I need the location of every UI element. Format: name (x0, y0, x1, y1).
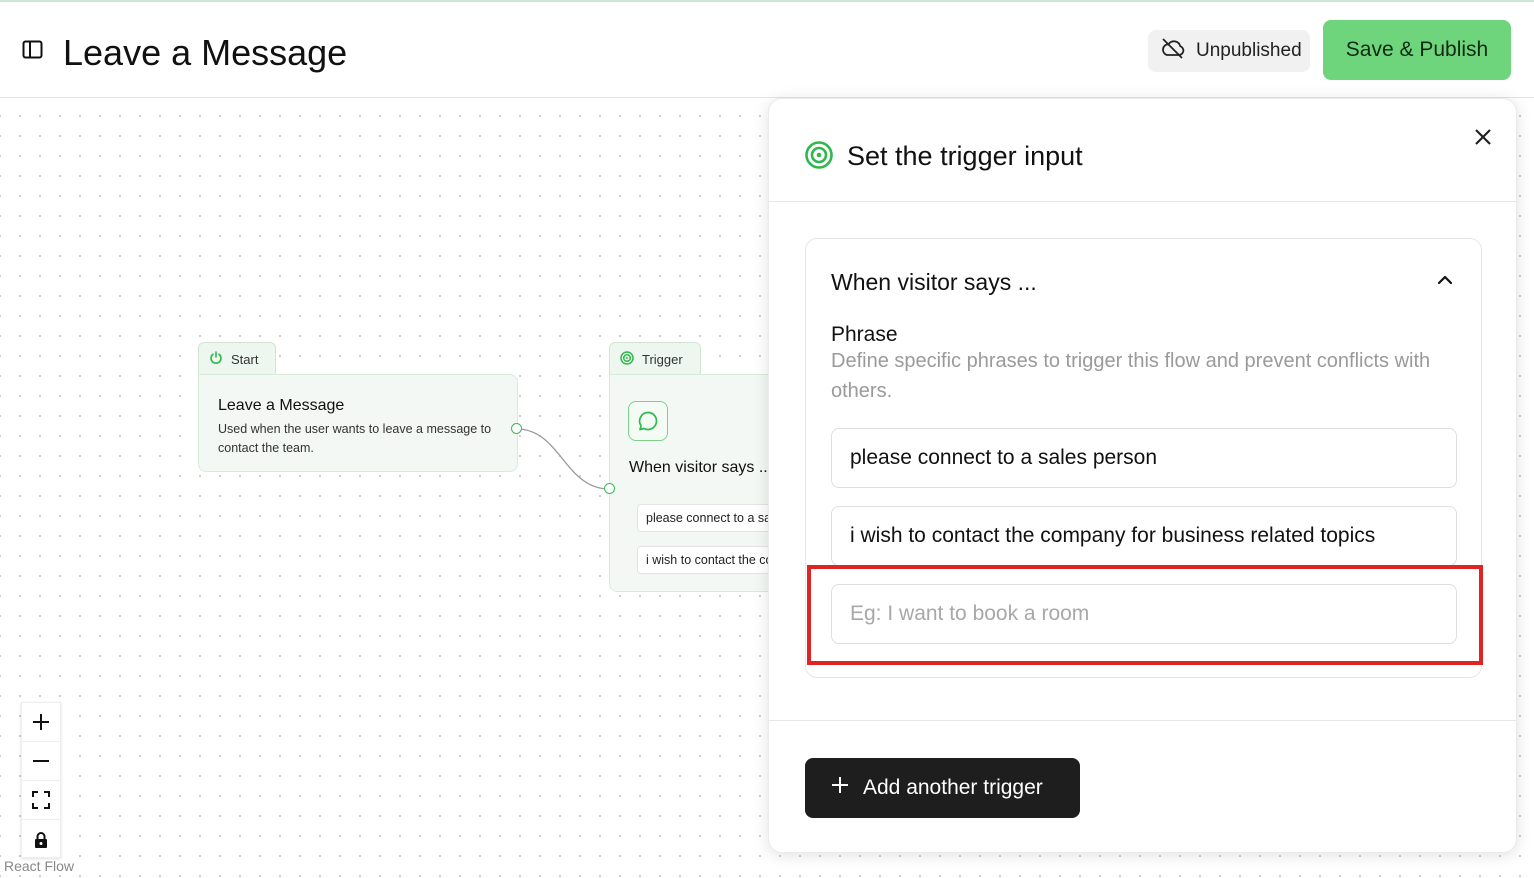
start-node-label: Start (231, 352, 259, 367)
trigger-node-body: When visitor says ... please connect to … (609, 374, 787, 592)
save-publish-button[interactable]: Save & Publish (1323, 20, 1511, 80)
new-phrase-input[interactable] (831, 584, 1457, 644)
trigger-settings-panel: Set the trigger input When visitor says … (768, 98, 1517, 853)
trigger-node-tab: Trigger (609, 342, 701, 376)
start-node-description: Used when the user wants to leave a mess… (218, 422, 492, 455)
target-icon (805, 141, 833, 174)
trigger-node[interactable]: Trigger When visitor says ... please con… (604, 342, 787, 592)
start-node-tab: Start (198, 342, 276, 376)
start-node-body: Leave a Message Used when the user wants… (198, 374, 518, 472)
plus-icon (831, 776, 849, 800)
fit-view-icon[interactable] (22, 781, 60, 820)
panel-footer-divider (769, 720, 1516, 721)
phrase-help-text: Define specific phrases to trigger this … (831, 350, 1431, 402)
phrase-input[interactable] (831, 506, 1457, 566)
start-node[interactable]: Start Leave a Message Used when the user… (198, 342, 522, 472)
sidebar-toggle-icon[interactable] (22, 40, 44, 60)
lock-icon[interactable] (22, 820, 60, 859)
panel-header: Set the trigger input (769, 99, 1516, 202)
trigger-node-title: When visitor says ... (629, 459, 773, 476)
trigger-node-label: Trigger (642, 352, 683, 367)
status-badge[interactable]: Unpublished (1148, 30, 1310, 72)
message-circle-icon (628, 401, 668, 441)
start-node-output-handle[interactable] (511, 423, 522, 434)
trigger-node-phrase: i wish to contact the company for busine… (637, 546, 787, 574)
panel-title: Set the trigger input (847, 141, 1083, 171)
react-flow-attribution[interactable]: React Flow (4, 858, 74, 874)
zoom-controls (21, 702, 61, 858)
trigger-card: When visitor says ... Phrase Define spec… (805, 238, 1482, 678)
status-label: Unpublished (1196, 40, 1302, 61)
page-title: Leave a Message (63, 32, 348, 73)
close-icon[interactable] (1471, 125, 1495, 149)
start-node-title: Leave a Message (218, 397, 345, 414)
add-trigger-button[interactable]: Add another trigger (805, 758, 1080, 818)
phrase-input[interactable] (831, 428, 1457, 488)
add-trigger-label: Add another trigger (863, 776, 1043, 799)
zoom-out-icon[interactable] (22, 742, 60, 781)
trigger-card-title: When visitor says ... (831, 269, 1037, 295)
phrase-label: Phrase (831, 323, 898, 346)
power-icon (209, 351, 223, 368)
trigger-node-phrase: please connect to a sales person (637, 504, 787, 532)
target-icon (620, 351, 634, 368)
chevron-up-icon[interactable] (1436, 273, 1454, 285)
top-bar: Leave a Message Unpublished Save & Publi… (0, 2, 1534, 98)
cloud-off-icon (1160, 37, 1186, 65)
trigger-node-input-handle[interactable] (604, 483, 615, 494)
zoom-in-icon[interactable] (22, 703, 60, 742)
